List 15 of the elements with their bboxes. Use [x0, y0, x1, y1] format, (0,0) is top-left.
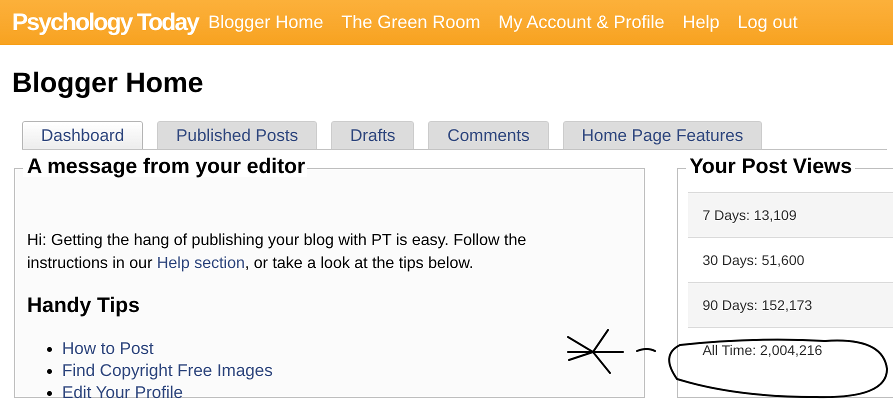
bullet-icon [47, 346, 52, 352]
bullet-icon [47, 368, 52, 374]
page-title: Blogger Home [12, 69, 204, 97]
help-link[interactable]: Help section [156, 255, 245, 272]
tab[interactable]: Published Posts [157, 121, 318, 149]
views-row: 7 Days: 13,109 [688, 192, 893, 237]
tab[interactable]: Dashboard [22, 121, 144, 149]
intro-paragraph: Hi: Getting the hang of publishing your blog with PT is easy. Follow the instructions in our Help section, or take a look at the tips below. [27, 231, 528, 274]
bullet-icon [47, 390, 52, 396]
tab[interactable]: Comments [428, 121, 549, 149]
views-row: 90 Days: 152,173 [688, 282, 893, 327]
panel-title: A message from your editor [23, 156, 308, 177]
tips-heading: Handy Tips [27, 295, 141, 316]
tab[interactable]: Home Page Features [562, 121, 762, 149]
tab[interactable]: Drafts [331, 121, 414, 149]
